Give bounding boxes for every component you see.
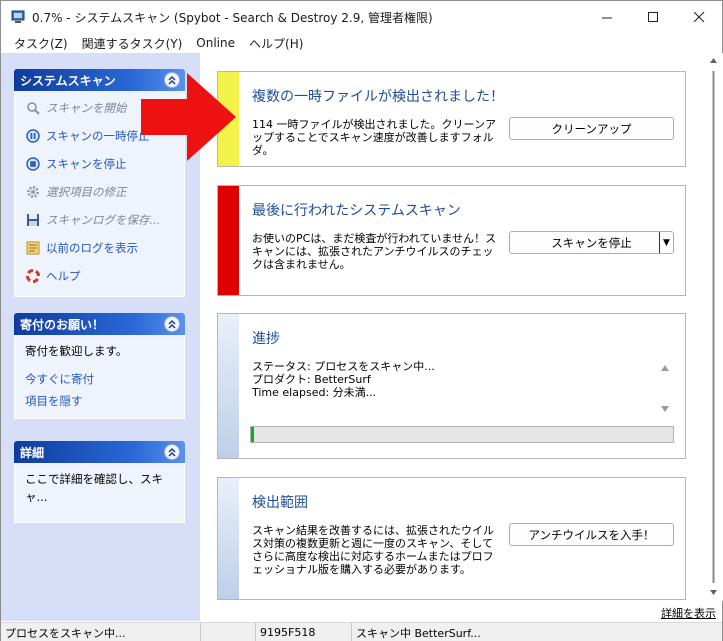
donate-box-title: 寄付のお願い！ — [20, 317, 105, 332]
scan-progress-bar — [250, 426, 674, 443]
pause-icon — [25, 128, 41, 144]
scrollbar-arrows-icon — [710, 58, 717, 595]
temp-files-title: 複数の一時ファイルが検出されました！ — [252, 89, 504, 105]
details-box-title: 詳細 — [20, 445, 45, 460]
collapse-icon[interactable] — [164, 444, 180, 460]
task-fix-selected[interactable]: 選択項目の修正 — [15, 178, 184, 206]
stop-icon — [25, 156, 41, 172]
cleanup-button[interactable]: クリーンアップ — [509, 117, 674, 140]
task-show-logs[interactable]: 以前のログを表示 — [15, 234, 184, 262]
title-bar: 0.7% - システムスキャン (Spybot - Search & Destr… — [1, 1, 722, 33]
log-icon — [25, 240, 41, 256]
alert-bar — [218, 186, 239, 295]
search-icon — [25, 100, 41, 116]
coverage-side-bar — [218, 478, 239, 599]
task-save-log[interactable]: スキャンログを保存... — [15, 206, 184, 234]
save-icon — [25, 212, 41, 228]
donate-now-link[interactable]: 今すぐに寄付 — [25, 366, 174, 392]
coverage-text: スキャン結果を改善するには、拡張されたウイルス対策の複数更新と週に一度のスキャン… — [252, 524, 494, 576]
last-scan-text: お使いのPCは、まだ検査が行われていません！スキャンには、拡張されたアンチウイル… — [252, 232, 497, 271]
main-area: 複数の一時ファイルが検出されました！ 114 一時ファイルが検出されました。クリ… — [200, 53, 704, 621]
status-cell-id: 9195F518 — [256, 623, 352, 641]
details-box-header[interactable]: 詳細 — [14, 441, 185, 463]
task-help[interactable]: ヘルプ — [15, 262, 184, 290]
menu-help[interactable]: ヘルプ(H) — [242, 35, 310, 52]
status-cell-empty — [201, 623, 256, 641]
scroll-arrows-icon — [661, 365, 669, 412]
log-scrollbar[interactable] — [658, 358, 672, 418]
donate-text: 寄付を歓迎します。 — [25, 344, 128, 358]
progress-panel: 進捗 ステータス: プロセスをスキャン中... プロダクト: BetterSur… — [217, 313, 686, 459]
hide-item-link[interactable]: 項目を隠す — [25, 392, 174, 410]
main-scrollbar[interactable] — [704, 53, 723, 601]
details-text: ここで詳細を確認し、スキャ... — [25, 472, 163, 504]
status-cell-current: スキャン中 BetterSurf... — [356, 626, 481, 640]
progress-side-bar — [218, 314, 239, 458]
scan-box-title: システムスキャン — [20, 73, 116, 88]
window-title: 0.7% - システムスキャン (Spybot - Search & Destr… — [32, 10, 433, 25]
menu-tasks[interactable]: タスク(Z) — [7, 35, 75, 52]
status-bar: プロセスをスキャン中... 9195F518 スキャン中 BetterSurf.… — [1, 622, 722, 641]
lifebuoy-icon — [25, 268, 41, 284]
time-line: Time elapsed: 分未満... — [252, 386, 377, 399]
collapse-icon[interactable] — [164, 316, 180, 332]
coverage-title: 検出範囲 — [252, 495, 308, 511]
menu-related-tasks[interactable]: 関連するタスク(Y) — [75, 35, 190, 52]
product-line: プロダクト: BetterSurf — [252, 373, 371, 386]
close-button[interactable] — [676, 1, 722, 33]
app-window: 0.7% - システムスキャン (Spybot - Search & Destr… — [0, 0, 723, 641]
menu-online[interactable]: Online — [189, 36, 242, 50]
donate-box: 寄付のお願い！ 寄付を歓迎します。 今すぐに寄付 項目を隠す — [14, 313, 185, 419]
minimize-icon — [601, 17, 612, 18]
show-details-link[interactable]: 詳細を表示 — [661, 605, 716, 621]
status-cell-message: プロセスをスキャン中... — [1, 623, 201, 641]
progress-fill — [251, 427, 254, 442]
donate-box-header[interactable]: 寄付のお願い！ — [14, 313, 185, 335]
details-box: 詳細 ここで詳細を確認し、スキャ... — [14, 441, 185, 523]
last-scan-panel: 最後に行われたシステムスキャン お使いのPCは、まだ検査が行われていません！スキ… — [217, 185, 686, 296]
close-icon — [693, 11, 704, 22]
temp-files-panel: 複数の一時ファイルが検出されました！ 114 一時ファイルが検出されました。クリ… — [217, 71, 686, 167]
app-icon — [11, 10, 25, 23]
temp-files-text: 114 一時ファイルが検出されました。クリーンアップすることでスキャン速度が改善… — [252, 118, 496, 157]
minimize-button[interactable] — [584, 1, 630, 33]
last-scan-title: 最後に行われたシステムスキャン — [252, 203, 461, 219]
maximize-button[interactable] — [630, 1, 676, 33]
maximize-icon — [647, 11, 658, 22]
gear-icon — [25, 184, 41, 200]
menu-bar: タスク(Z) 関連するタスク(Y) Online ヘルプ(H) — [1, 33, 722, 53]
dropdown-arrow-icon[interactable]: ▼ — [659, 232, 673, 253]
get-antivirus-button[interactable]: アンチウイルスを入手！ — [509, 523, 674, 546]
progress-title: 進捗 — [252, 331, 280, 347]
stop-scan-button[interactable]: スキャンを停止 ▼ — [509, 231, 674, 254]
coverage-panel: 検出範囲 スキャン結果を改善するには、拡張されたウイルス対策の複数更新と週に一度… — [217, 477, 686, 600]
progress-log: ステータス: プロセスをスキャン中... プロダクト: BetterSurf T… — [252, 360, 652, 399]
red-arrow-icon — [141, 73, 236, 161]
status-line: ステータス: プロセスをスキャン中... — [252, 360, 435, 373]
